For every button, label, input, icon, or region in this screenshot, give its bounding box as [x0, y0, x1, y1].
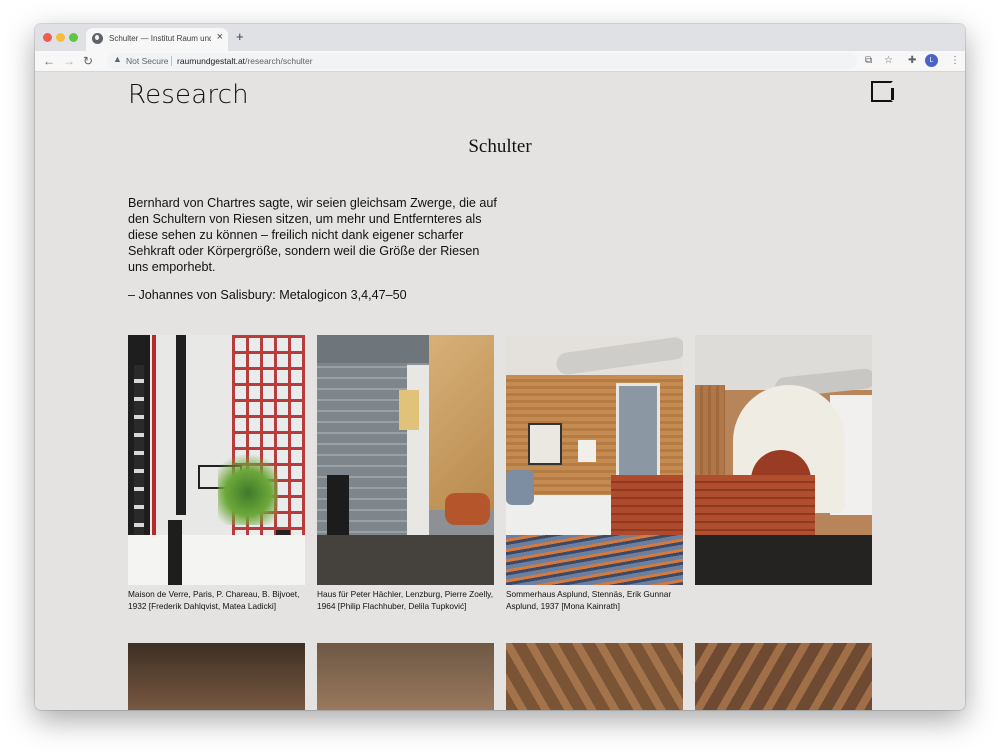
page-title: Schulter: [468, 136, 532, 157]
gallery-caption: Maison de Verre, Paris, P. Chareau, B. B…: [128, 589, 300, 611]
gallery-image-sommerhaus-asplund[interactable]: [506, 335, 683, 585]
translate-icon[interactable]: ⧉: [865, 53, 872, 69]
gallery-image[interactable]: [128, 643, 305, 710]
minimize-window-button[interactable]: [56, 33, 65, 42]
gallery-item[interactable]: Maison de Verre, Paris, P. Chareau, B. B…: [128, 335, 305, 612]
gallery-item[interactable]: [128, 643, 305, 710]
browser-tab[interactable]: Schulter — Institut Raum und Gestaltung …: [86, 28, 228, 51]
extensions-icon[interactable]: ✚: [908, 53, 916, 69]
url-path: /research/schulter: [245, 56, 313, 66]
gallery-image[interactable]: [695, 643, 872, 710]
close-tab-icon[interactable]: ×: [217, 31, 223, 43]
url-text[interactable]: raumundgestalt.at/research/schulter: [177, 56, 313, 66]
address-bar[interactable]: ▲ Not Secure raumundgestalt.at/research/…: [107, 53, 857, 69]
gallery-caption: Haus für Peter Hächler, Lenzburg, Pierre…: [317, 589, 494, 611]
gallery-item[interactable]: Haus für Peter Hächler, Lenzburg, Pierre…: [317, 335, 494, 612]
site-section-title[interactable]: Research: [128, 80, 249, 110]
gallery-item[interactable]: [695, 643, 872, 710]
close-window-button[interactable]: [43, 33, 52, 42]
browser-menu-icon[interactable]: ⋮: [950, 53, 960, 69]
gallery-item[interactable]: [506, 643, 683, 710]
url-host: raumundgestalt.at: [177, 56, 246, 66]
maximize-window-button[interactable]: [69, 33, 78, 42]
gallery-caption: Sommerhaus Asplund, Stennäs, Erik Gunnar…: [506, 589, 672, 611]
gallery-image[interactable]: [506, 643, 683, 710]
gallery-image-haus-haechler[interactable]: [317, 335, 494, 585]
omnibox-divider: [171, 56, 172, 66]
browser-toolbar: ← → ↻ ▲ Not Secure raumundgestalt.at/res…: [35, 51, 965, 72]
warning-triangle-icon[interactable]: ▲: [113, 54, 122, 64]
forward-icon[interactable]: →: [63, 53, 75, 69]
logo-bracket-icon[interactable]: [871, 81, 894, 102]
gallery-image[interactable]: [317, 643, 494, 710]
gallery-item[interactable]: Sommerhaus Asplund, Stennäs, Erik Gunnar…: [506, 335, 683, 612]
profile-avatar[interactable]: L: [925, 54, 938, 67]
gallery-image-maison-de-verre[interactable]: [128, 335, 305, 585]
globe-icon: [92, 33, 103, 44]
gallery-item[interactable]: [317, 643, 494, 710]
intro-quote: Bernhard von Chartres sagte, wir seien g…: [128, 196, 497, 274]
tab-title: Schulter — Institut Raum und Gestaltung: [109, 34, 211, 43]
browser-window: Schulter — Institut Raum und Gestaltung …: [35, 24, 965, 710]
tab-strip: Schulter — Institut Raum und Gestaltung …: [35, 24, 965, 51]
gallery-item[interactable]: [695, 335, 872, 589]
gallery-image-fireplace[interactable]: [695, 335, 872, 585]
web-page: Research Schulter Bernhard von Chartres …: [35, 72, 965, 710]
security-label[interactable]: Not Secure: [126, 56, 169, 66]
new-tab-button[interactable]: +: [236, 29, 244, 44]
back-icon[interactable]: ←: [43, 53, 55, 69]
quote-citation: – Johannes von Salisbury: Metalogicon 3,…: [128, 288, 407, 302]
bookmark-star-icon[interactable]: ☆: [884, 53, 893, 69]
reload-icon[interactable]: ↻: [83, 53, 93, 69]
